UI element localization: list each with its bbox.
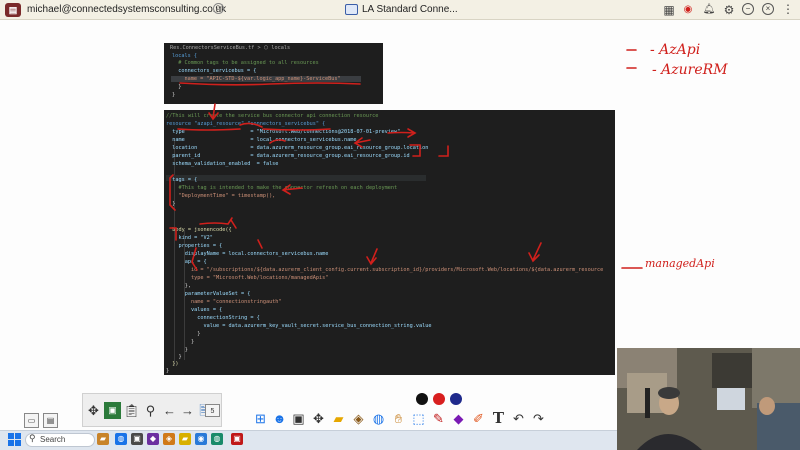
taskbar-app-icon[interactable]: ◍ (211, 433, 223, 445)
whiteboard-app: ▤ michael@connectedsystemsconsulting.co.… (0, 0, 800, 450)
color-blue-swatch[interactable] (450, 393, 462, 405)
pin-icon[interactable]: ⚲ (142, 402, 159, 419)
search-placeholder: Search (40, 435, 66, 444)
browser-icon[interactable]: ◍ (370, 410, 387, 427)
taskbar-app-icon[interactable]: ▣ (131, 433, 143, 445)
webcam-image (617, 348, 800, 450)
note-azapi: - AzApi (650, 42, 701, 58)
marker-icon[interactable]: ✎ (430, 410, 447, 427)
badge-5-icon[interactable]: 5 (205, 404, 220, 417)
start-button[interactable] (8, 433, 21, 446)
shapes-icon[interactable]: ◈ (350, 410, 367, 427)
image-icon[interactable]: ▣ (104, 402, 121, 419)
move-icon[interactable]: ✥ (85, 402, 102, 419)
page-icon[interactable]: ▭ (24, 413, 39, 428)
taskbar-app-icon[interactable]: ◆ (147, 433, 159, 445)
highlighter-icon[interactable]: ✐ (470, 410, 487, 427)
color-black-swatch[interactable] (416, 393, 428, 405)
webcam-feed (617, 348, 800, 450)
undo-icon[interactable]: ↶ (510, 410, 527, 427)
taskbar-app-icon[interactable]: ◍ (115, 433, 127, 445)
hand-icon[interactable]: ✋︎ (390, 410, 407, 427)
pages-icon[interactable]: ▤ (43, 413, 58, 428)
eraser-icon[interactable]: ◆ (450, 410, 467, 427)
clipboard-icon[interactable]: 📋︎ (123, 402, 140, 419)
taskbar-app-icon[interactable]: ▰ (97, 433, 109, 445)
taskbar-app-icon[interactable]: ▣ (231, 433, 243, 445)
people-icon[interactable]: ☻ (271, 410, 288, 427)
text-tool-icon[interactable]: T (490, 410, 507, 427)
redo-icon[interactable]: ↷ (530, 410, 547, 427)
note-managedapi: managedApi (645, 257, 715, 270)
move-tool-icon[interactable]: ✥ (310, 410, 327, 427)
note-azurerm: - AzureRM (652, 62, 728, 78)
whiteboard-toolbar: ✥ ▣ 📋︎ ⚲ ← → 🗎︎ (82, 393, 222, 427)
arrow-left-icon[interactable]: ← (161, 402, 178, 419)
windows-icon[interactable]: ⊞ (252, 410, 269, 427)
arrow-right-icon[interactable]: → (179, 402, 196, 419)
taskbar-app-icon[interactable]: ◉ (195, 433, 207, 445)
folder-icon[interactable]: ▰ (330, 410, 347, 427)
select-icon[interactable]: ⬚ (410, 410, 427, 427)
taskbar-app-icon[interactable]: ◈ (163, 433, 175, 445)
camera-icon[interactable]: ▣ (290, 410, 307, 427)
color-red-swatch[interactable] (433, 393, 445, 405)
taskbar-app-icon[interactable]: ▰ (179, 433, 191, 445)
search-icon: ⚲ (29, 433, 36, 443)
